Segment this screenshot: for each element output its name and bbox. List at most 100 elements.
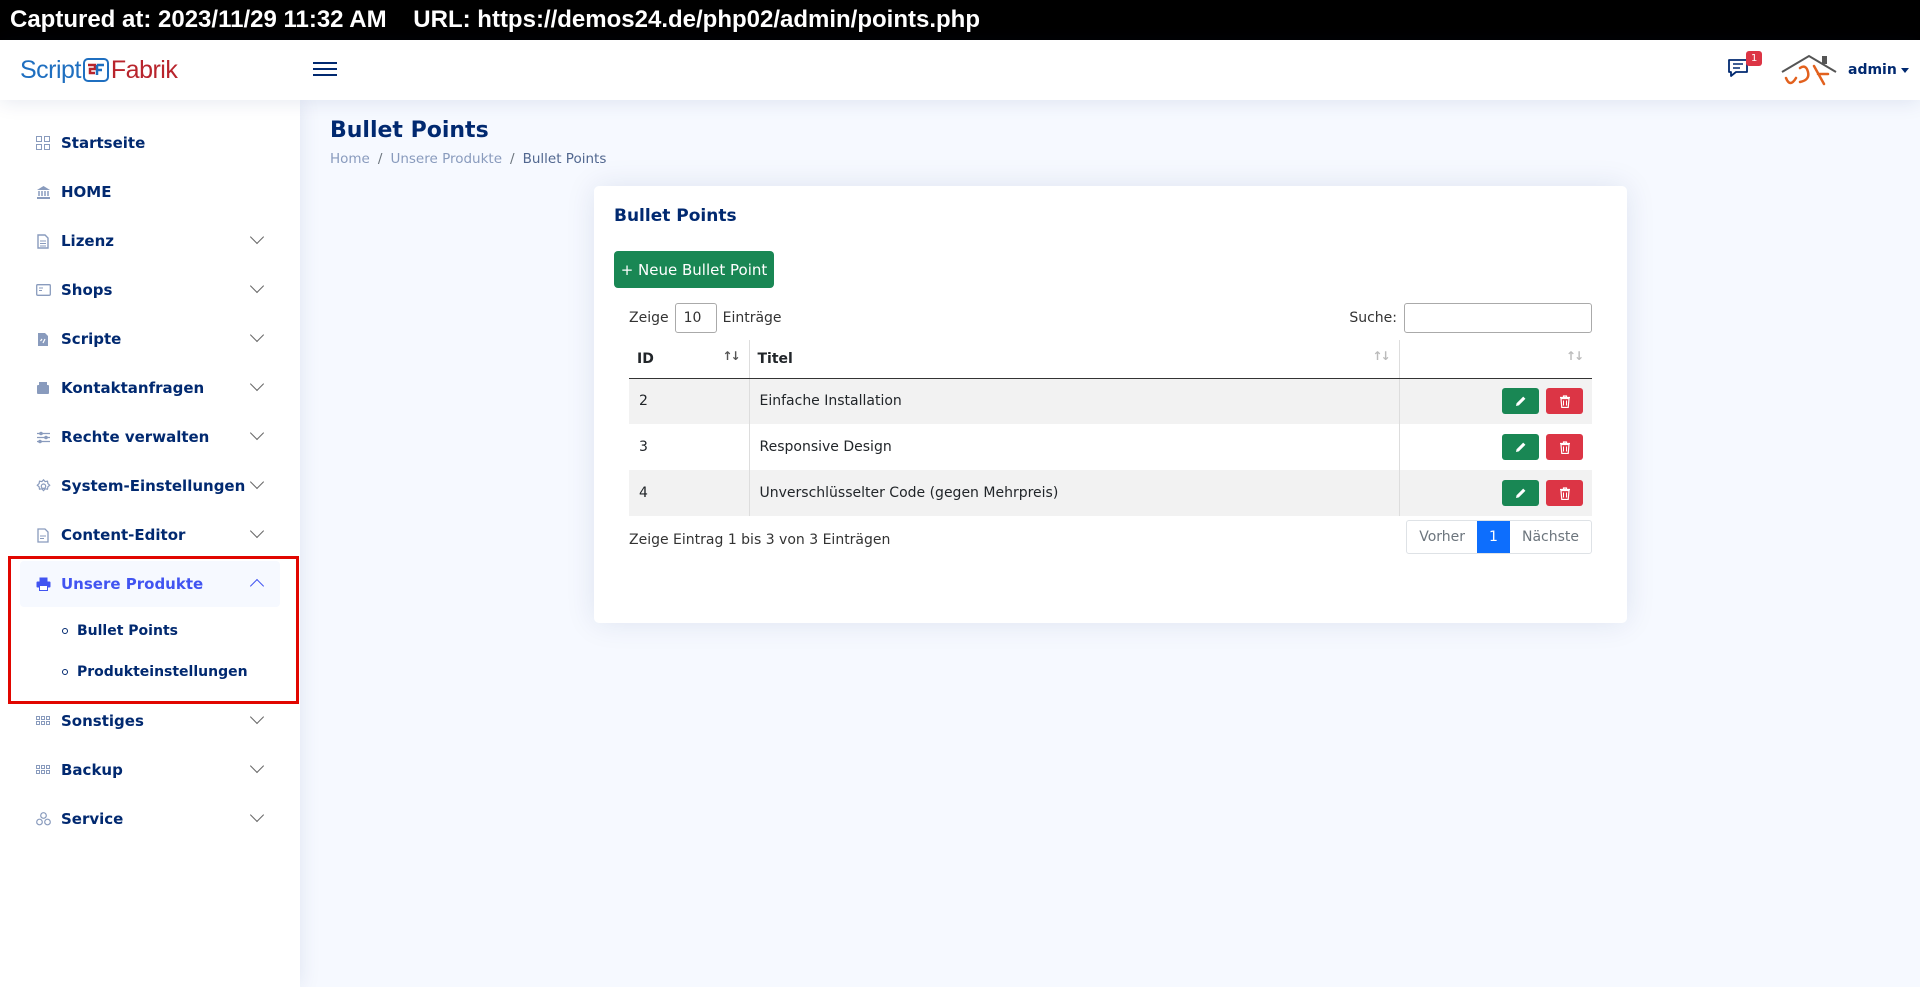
edit-button[interactable] — [1501, 480, 1539, 506]
trash-icon — [1559, 395, 1570, 408]
entries-per-page-select[interactable]: 10 — [674, 303, 717, 333]
sidebar-subitem-produkteinstellungen[interactable]: Produkteinstellungen — [20, 651, 280, 692]
sidebar-item-home[interactable]: HOME — [20, 169, 280, 215]
card-icon — [35, 282, 51, 298]
sort-asc-icon: ↑↓ — [722, 349, 740, 363]
breadcrumb-separator: / — [510, 151, 515, 167]
sidebar-subitem-bullet-points[interactable]: Bullet Points — [20, 610, 280, 651]
table-row: 3 Responsive Design — [629, 424, 1592, 470]
sort-icon: ↑↓ — [1565, 349, 1584, 363]
sidebar-item-label: Rechte verwalten — [61, 428, 210, 446]
circle-bullet-icon — [62, 627, 68, 634]
sidebar-item-lizenz[interactable]: Lizenz — [20, 218, 280, 264]
sidebar-item-rechte[interactable]: Rechte verwalten — [20, 414, 280, 460]
cell-actions — [1399, 378, 1592, 424]
sliders-icon — [35, 429, 51, 445]
pagination-previous[interactable]: Vorher — [1407, 521, 1477, 553]
cell-actions — [1399, 470, 1592, 516]
cell-id: 2 — [629, 378, 750, 424]
bullet-points-table: ID ↑↓ Titel ↑↓ ↑↓ 2 Einfache Installation … — [629, 340, 1592, 516]
logo-text-right: Fabrik — [110, 55, 178, 84]
dots-grid-icon — [35, 713, 51, 729]
user-menu[interactable]: admin — [1780, 52, 1909, 88]
edit-button[interactable] — [1501, 434, 1539, 460]
column-header-actions[interactable]: ↑↓ — [1399, 340, 1592, 379]
delete-button[interactable] — [1546, 434, 1583, 460]
top-header: Script Fabrik 1 admin — [0, 40, 1920, 100]
chevron-down-icon — [249, 758, 265, 774]
table-search: Suche: — [1349, 303, 1592, 333]
new-bullet-point-button[interactable]: + Neue Bullet Point — [614, 251, 774, 288]
cell-title: Responsive Design — [749, 424, 1400, 470]
breadcrumb-separator: / — [377, 151, 383, 167]
sidebar-item-startseite[interactable]: Startseite — [20, 120, 280, 166]
column-header-titel[interactable]: Titel ↑↓ — [749, 340, 1400, 379]
chevron-down-icon — [249, 523, 265, 539]
sidebar: Startseite HOME Lizenz Shops Scripte Kon… — [0, 100, 300, 987]
dots-grid-icon — [35, 762, 51, 778]
delete-button[interactable] — [1546, 480, 1583, 506]
sidebar-item-label: Startseite — [61, 134, 146, 152]
caret-down-icon — [1900, 67, 1909, 73]
sort-icon: ↑↓ — [1372, 349, 1390, 363]
edit-button[interactable] — [1501, 388, 1539, 415]
column-header-id[interactable]: ID ↑↓ — [629, 340, 750, 379]
chevron-down-icon — [249, 709, 265, 725]
bullet-points-card: Bullet Points + Neue Bullet Point Zeige … — [594, 186, 1627, 623]
sidebar-item-system-einstellungen[interactable]: System-Einstellungen — [20, 463, 280, 509]
sidebar-item-content-editor[interactable]: Content-Editor — [20, 512, 280, 558]
card-title: Bullet Points — [614, 206, 737, 226]
document-icon — [35, 233, 51, 249]
length-prefix: Zeige — [629, 310, 669, 326]
chevron-down-icon — [249, 278, 265, 294]
scriptfabrik-logo[interactable]: Script Fabrik — [20, 54, 178, 86]
sidebar-item-kontaktanfragen[interactable]: Kontaktanfragen — [20, 365, 280, 411]
table-row: 4 Unverschlüsselter Code (gegen Mehrprei… — [629, 470, 1592, 516]
menu-toggle-icon[interactable] — [313, 58, 337, 80]
sidebar-item-label: HOME — [61, 183, 112, 201]
logo-mark-icon — [82, 57, 109, 83]
sidebar-item-backup[interactable]: Backup — [20, 747, 280, 793]
sidebar-item-service[interactable]: Service — [20, 796, 280, 842]
sidebar-item-scripte[interactable]: Scripte — [20, 316, 280, 362]
sidebar-item-label: Service — [61, 810, 124, 828]
delete-button[interactable] — [1546, 388, 1583, 415]
cell-id: 4 — [629, 470, 750, 516]
messages-button[interactable]: 1 — [1726, 51, 1763, 82]
sidebar-subitem-label: Bullet Points — [77, 622, 178, 639]
length-suffix: Einträge — [722, 310, 782, 326]
bank-icon — [35, 184, 51, 200]
chevron-down-icon — [249, 807, 265, 823]
grid-icon — [35, 135, 51, 151]
breadcrumb-unsere-produkte[interactable]: Unsere Produkte — [390, 151, 502, 167]
logo-text-left: Script — [20, 55, 81, 84]
pencil-icon — [1515, 396, 1525, 406]
search-input[interactable] — [1404, 303, 1592, 333]
chevron-down-icon — [249, 474, 265, 490]
pencil-icon — [1515, 488, 1525, 498]
sidebar-item-sonstiges[interactable]: Sonstiges — [20, 698, 280, 744]
inbox-icon — [35, 380, 51, 396]
breadcrumb-home[interactable]: Home — [330, 151, 370, 167]
sidebar-item-unsere-produkte[interactable]: Unsere Produkte — [20, 561, 280, 607]
messages-badge: 1 — [1746, 51, 1763, 66]
printer-icon — [35, 576, 51, 592]
chevron-down-icon — [249, 229, 265, 245]
sidebar-item-label: Content-Editor — [61, 526, 186, 544]
gear-icon — [35, 478, 51, 494]
page-title: Bullet Points — [330, 118, 489, 143]
sidebar-item-label: Shops — [61, 281, 113, 299]
table-row: 2 Einfache Installation — [629, 378, 1592, 424]
script-file-icon — [35, 331, 51, 347]
sidebar-item-shops[interactable]: Shops — [20, 267, 280, 313]
chevron-up-icon — [249, 578, 265, 594]
capture-info-bar: Captured at: 2023/11/29 11:32 AM URL: ht… — [0, 0, 1920, 40]
search-label: Suche: — [1349, 310, 1397, 326]
pagination-next[interactable]: Nächste — [1510, 521, 1591, 553]
pagination-page-1[interactable]: 1 — [1477, 521, 1510, 553]
chevron-down-icon — [249, 425, 265, 441]
sidebar-subitem-label: Produkteinstellungen — [77, 663, 248, 680]
chevron-down-icon — [249, 327, 265, 343]
table-info: Zeige Eintrag 1 bis 3 von 3 Einträgen — [629, 532, 891, 548]
cell-actions — [1399, 424, 1592, 470]
